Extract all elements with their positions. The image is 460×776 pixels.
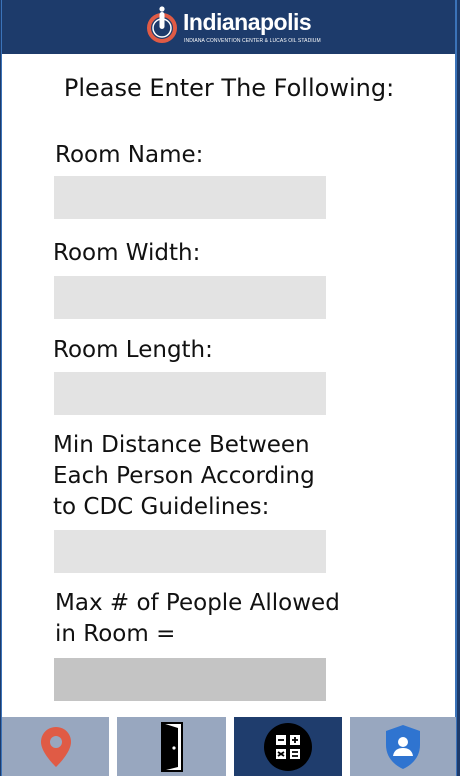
bottom-nav [2,715,456,776]
header-bar: Indianapolis INDIANA CONVENTION CENTER &… [2,0,455,54]
shield-user-icon [386,724,420,769]
room-width-input[interactable] [54,276,326,319]
room-name-input[interactable] [54,176,326,219]
indianapolis-logo[interactable]: Indianapolis INDIANA CONVENTION CENTER &… [146,6,326,48]
max-people-output [54,658,326,701]
max-people-label: Max # of People Allowed in Room = [55,590,340,647]
app-frame: Indianapolis INDIANA CONVENTION CENTER &… [1,0,457,776]
door-icon [160,721,183,772]
min-distance-input[interactable] [54,530,326,573]
power-logo-icon [147,6,177,43]
min-distance-label: Min Distance Between Each Person Accordi… [53,432,315,520]
map-pin-icon [40,726,71,767]
nav-rooms-button[interactable] [117,717,226,776]
room-length-label: Room Length: [53,337,213,363]
room-width-label: Room Width: [53,240,201,266]
form-heading: Please Enter The Following: [63,74,395,102]
room-length-input[interactable] [54,372,326,415]
logo-subtitle: INDIANA CONVENTION CENTER & LUCAS OIL ST… [184,38,321,44]
nav-location-button[interactable] [2,717,109,776]
nav-profile-button[interactable] [350,717,456,776]
logo-wordmark: Indianapolis [183,9,312,35]
nav-calculator-button[interactable] [234,717,342,776]
calculator-icon [264,722,312,771]
room-name-label: Room Name: [55,142,204,168]
